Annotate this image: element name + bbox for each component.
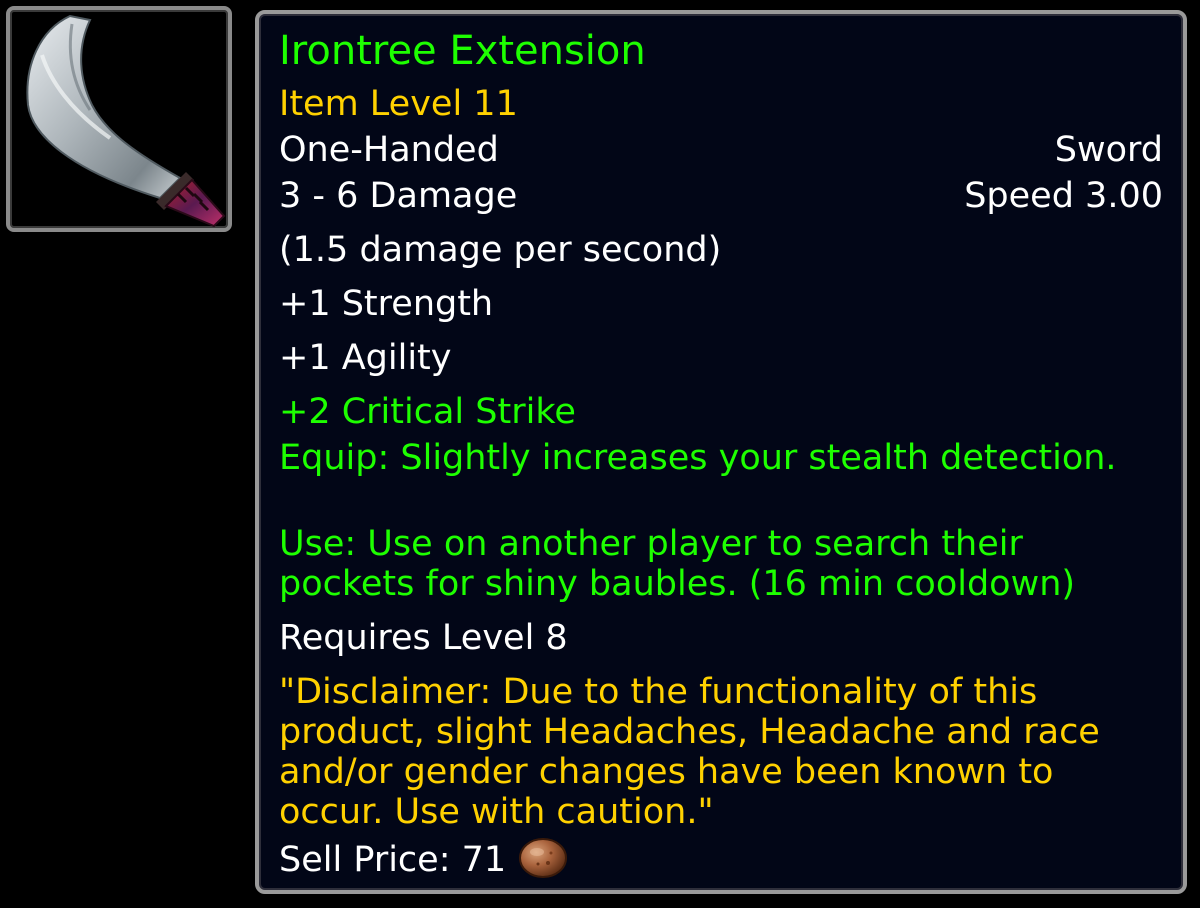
stat-critical-strike: +2 Critical Strike	[279, 392, 576, 432]
copper-coin-icon	[519, 838, 568, 878]
item-name: Irontree Extension	[279, 28, 646, 74]
flavor-text: "Disclaimer: Due to the functionality of…	[279, 672, 1100, 832]
item-type: Sword	[1054, 130, 1163, 170]
item-dps: (1.5 damage per second)	[279, 230, 722, 270]
item-level: Item Level 11	[279, 84, 518, 124]
item-slot: One-Handed	[279, 130, 499, 170]
use-effect: Use: Use on another player to search the…	[279, 524, 1076, 604]
sell-price-label: Sell Price: 71	[279, 840, 507, 880]
sword-icon	[26, 14, 226, 228]
damage-speed-row: 3 - 6 Damage Speed 3.00	[279, 176, 1163, 216]
item-damage: 3 - 6 Damage	[279, 176, 518, 216]
slot-type-row: One-Handed Sword	[279, 130, 1163, 170]
sell-price: Sell Price: 71	[279, 838, 1163, 880]
item-icon-frame[interactable]	[6, 6, 232, 232]
item-speed: Speed 3.00	[964, 176, 1163, 216]
stat-strength: +1 Strength	[279, 284, 494, 324]
stat-agility: +1 Agility	[279, 338, 452, 378]
equip-effect: Equip: Slightly increases your stealth d…	[279, 438, 1117, 478]
required-level: Requires Level 8	[279, 618, 568, 658]
item-tooltip: Irontree Extension Item Level 11 One-Han…	[255, 10, 1187, 894]
